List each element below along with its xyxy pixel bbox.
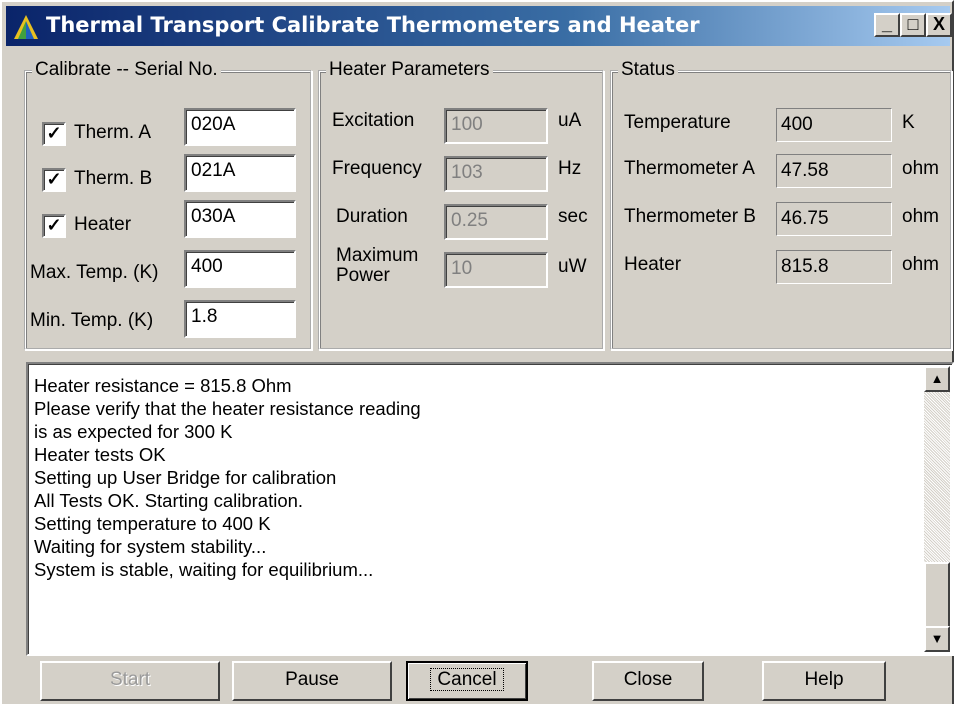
temperature-unit: K: [902, 112, 915, 133]
maximum-power-label: Maximum Power: [336, 246, 418, 286]
max-temp-input[interactable]: 400: [184, 250, 296, 288]
therm-a-label: Therm. A: [74, 122, 152, 143]
scroll-down-icon[interactable]: ▼: [924, 626, 950, 652]
window-title: Thermal Transport Calibrate Thermometers…: [46, 13, 700, 37]
thermometer-b-value: 46.75: [776, 202, 892, 236]
therm-b-label: Therm. B: [74, 168, 153, 189]
duration-label: Duration: [336, 206, 408, 227]
min-temp-label: Min. Temp. (K): [30, 310, 154, 331]
maximum-power-label-line2: Power: [336, 265, 390, 286]
title-bar[interactable]: Thermal Transport Calibrate Thermometers…: [6, 6, 952, 46]
heater-serial-input[interactable]: 030A: [184, 200, 296, 238]
frequency-label: Frequency: [332, 158, 422, 179]
thermometer-b-unit: ohm: [902, 206, 939, 227]
scroll-up-icon[interactable]: ▲: [924, 366, 950, 392]
pause-button[interactable]: Pause: [232, 661, 392, 701]
help-button[interactable]: Help: [762, 661, 886, 701]
therm-b-serial-input[interactable]: 021A: [184, 154, 296, 192]
log-line: System is stable, waiting for equilibriu…: [34, 559, 374, 580]
maximum-power-input: 10: [444, 252, 548, 288]
therm-a-serial-input[interactable]: 020A: [184, 108, 296, 146]
duration-input: 0.25: [444, 204, 548, 240]
heater-label: Heater: [74, 214, 132, 235]
log-line: Setting temperature to 400 K: [34, 513, 271, 534]
app-icon: [14, 15, 38, 39]
scroll-thumb[interactable]: [924, 562, 950, 628]
excitation-label: Excitation: [332, 110, 415, 131]
excitation-input: 100: [444, 108, 548, 144]
log-line: Waiting for system stability...: [34, 536, 267, 557]
close-icon[interactable]: X: [926, 13, 952, 37]
log-line: is as expected for 300 K: [34, 421, 233, 442]
thermometer-a-unit: ohm: [902, 158, 939, 179]
thermometer-a-value: 47.58: [776, 154, 892, 188]
close-button[interactable]: Close: [592, 661, 704, 701]
cancel-button-label: Cancel: [430, 668, 504, 691]
frequency-input: 103: [444, 156, 548, 192]
heater-status-value: 815.8: [776, 250, 892, 284]
status-group-title: Status: [618, 59, 678, 81]
therm-b-checkbox[interactable]: ✓: [42, 168, 66, 192]
therm-a-checkbox[interactable]: ✓: [42, 122, 66, 146]
start-button[interactable]: Start: [40, 661, 220, 701]
log-line: Heater tests OK: [34, 444, 166, 465]
heater-checkbox[interactable]: ✓: [42, 214, 66, 238]
log-lines: Heater resistance = 815.8 Ohm Please ver…: [34, 374, 421, 581]
log-textarea[interactable]: Heater resistance = 815.8 Ohm Please ver…: [26, 362, 954, 656]
heater-parameters-group-title: Heater Parameters: [326, 59, 493, 81]
min-temp-input[interactable]: 1.8: [184, 300, 296, 338]
thermometer-b-label: Thermometer B: [624, 206, 756, 227]
minimize-icon[interactable]: _: [874, 13, 900, 37]
temperature-label: Temperature: [624, 112, 731, 133]
duration-unit: sec: [558, 206, 588, 227]
frequency-unit: Hz: [558, 158, 582, 179]
heater-status-label: Heater: [624, 254, 682, 275]
temperature-value: 400: [776, 108, 892, 142]
maximum-power-unit: uW: [558, 256, 587, 277]
maximize-icon[interactable]: □: [900, 13, 926, 37]
heater-status-unit: ohm: [902, 254, 939, 275]
maximum-power-label-line1: Maximum: [336, 245, 419, 266]
log-line: All Tests OK. Starting calibration.: [34, 490, 304, 511]
max-temp-label: Max. Temp. (K): [30, 262, 159, 283]
calibrate-group-title: Calibrate -- Serial No.: [32, 59, 221, 81]
calibration-window: Thermal Transport Calibrate Thermometers…: [0, 0, 954, 704]
log-line: Please verify that the heater resistance…: [34, 398, 421, 419]
log-line: Heater resistance = 815.8 Ohm: [34, 375, 292, 396]
log-line: Setting up User Bridge for calibration: [34, 467, 337, 488]
log-scrollbar[interactable]: ▲ ▼: [924, 366, 950, 652]
excitation-unit: uA: [558, 110, 582, 131]
thermometer-a-label: Thermometer A: [624, 158, 755, 179]
cancel-button[interactable]: Cancel: [406, 661, 528, 701]
